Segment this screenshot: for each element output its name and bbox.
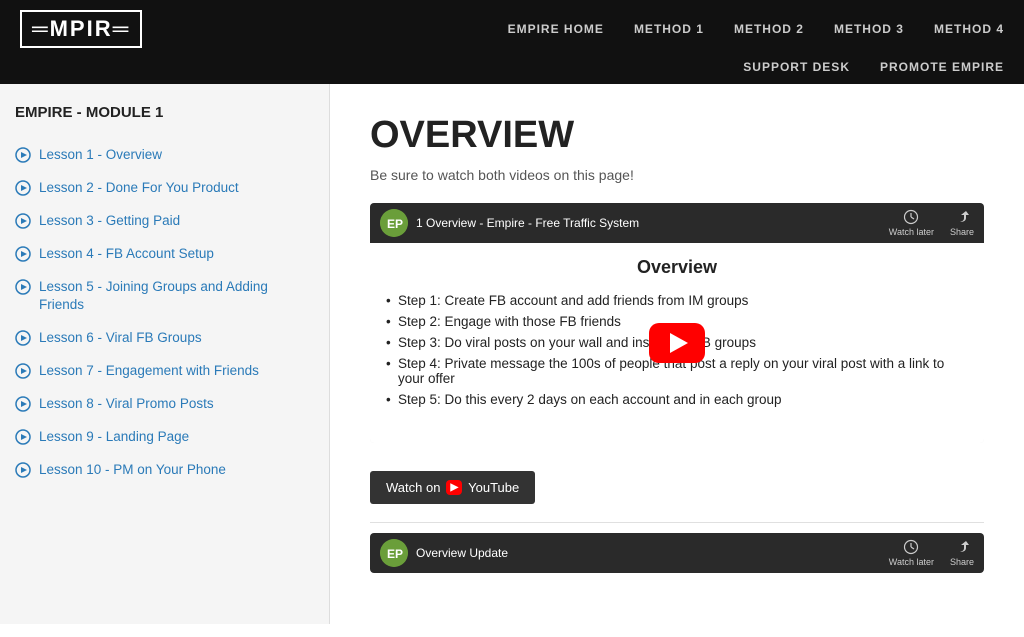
play-circle-icon <box>15 147 31 163</box>
lesson-item-9[interactable]: Lesson 9 - Landing Page <box>15 421 314 454</box>
play-circle-icon <box>15 330 31 346</box>
nav-method3[interactable]: METHOD 3 <box>834 22 904 36</box>
sidebar-title: EMPIRE - MODULE 1 <box>15 104 314 121</box>
video2-watch-later-btn[interactable]: Watch later <box>889 539 934 567</box>
watch-later-btn[interactable]: Watch later <box>889 209 934 237</box>
nav-support-desk[interactable]: SUPPORT DESK <box>743 60 850 74</box>
video-1-title: 1 Overview - Empire - Free Traffic Syste… <box>416 216 639 230</box>
watch-on-label: Watch on <box>386 480 440 495</box>
nav-method1[interactable]: METHOD 1 <box>634 22 704 36</box>
watch-on-youtube-button[interactable]: Watch on ▶ YouTube <box>370 471 535 504</box>
top-navigation: ═MPIR═ EMPIRE HOME METHOD 1 METHOD 2 MET… <box>0 0 1024 84</box>
video-2-container: EP Overview Update Watch later Share <box>370 533 984 573</box>
lesson-item-2[interactable]: Lesson 2 - Done For You Product <box>15 172 314 205</box>
video-2-avatar: EP <box>380 539 408 567</box>
page-body: EMPIRE - MODULE 1 Lesson 1 - Overview Le… <box>0 84 1024 624</box>
play-circle-icon <box>15 213 31 229</box>
video-2-title: Overview Update <box>416 546 508 560</box>
lesson-item-4[interactable]: Lesson 4 - FB Account Setup <box>15 238 314 271</box>
divider <box>370 522 984 523</box>
svg-text:EP: EP <box>387 217 403 231</box>
youtube-logo: ▶ <box>446 480 462 495</box>
youtube-label: YouTube <box>468 480 519 495</box>
overview-subtitle: Be sure to watch both videos on this pag… <box>370 167 984 183</box>
share-btn[interactable]: Share <box>950 209 974 237</box>
lesson-list: Lesson 1 - Overview Lesson 2 - Done For … <box>15 139 314 487</box>
video-1-controls: Watch later Share <box>889 209 974 237</box>
video-1-topbar: EP 1 Overview - Empire - Free Traffic Sy… <box>370 203 984 243</box>
lesson-item-7[interactable]: Lesson 7 - Engagement with Friends <box>15 355 314 388</box>
video-1-body-title: Overview <box>386 257 968 278</box>
video-play-button[interactable] <box>649 323 705 363</box>
video-1-body: Overview Step 1: Create FB account and a… <box>370 243 984 443</box>
play-circle-icon <box>15 180 31 196</box>
video-1-container: EP 1 Overview - Empire - Free Traffic Sy… <box>370 203 984 443</box>
nav-links-top: EMPIRE HOME METHOD 1 METHOD 2 METHOD 3 M… <box>508 22 1004 36</box>
video-avatar: EP <box>380 209 408 237</box>
page-title: OVERVIEW <box>370 114 984 157</box>
main-content: OVERVIEW Be sure to watch both videos on… <box>330 84 1024 624</box>
logo[interactable]: ═MPIR═ <box>20 10 142 48</box>
sidebar: EMPIRE - MODULE 1 Lesson 1 - Overview Le… <box>0 84 330 624</box>
nav-method4[interactable]: METHOD 4 <box>934 22 1004 36</box>
step-5: Step 5: Do this every 2 days on each acc… <box>386 389 968 410</box>
lesson-item-6[interactable]: Lesson 6 - Viral FB Groups <box>15 322 314 355</box>
play-circle-icon <box>15 462 31 478</box>
step-1: Step 1: Create FB account and add friend… <box>386 290 968 311</box>
play-circle-icon <box>15 363 31 379</box>
lesson-item-3[interactable]: Lesson 3 - Getting Paid <box>15 205 314 238</box>
lesson-item-10[interactable]: Lesson 10 - PM on Your Phone <box>15 454 314 487</box>
video-1-title-area: EP 1 Overview - Empire - Free Traffic Sy… <box>380 209 639 237</box>
lesson-item-5[interactable]: Lesson 5 - Joining Groups and Adding Fri… <box>15 271 314 323</box>
play-circle-icon <box>15 429 31 445</box>
video-2-topbar: EP Overview Update Watch later Share <box>370 533 984 573</box>
lesson-item-1[interactable]: Lesson 1 - Overview <box>15 139 314 172</box>
video-2-controls: Watch later Share <box>889 539 974 567</box>
nav-method2[interactable]: METHOD 2 <box>734 22 804 36</box>
play-circle-icon <box>15 279 31 295</box>
play-circle-icon <box>15 246 31 262</box>
svg-text:EP: EP <box>387 547 403 561</box>
nav-promote-empire[interactable]: PROMOTE EMPIRE <box>880 60 1004 74</box>
play-circle-icon <box>15 396 31 412</box>
video-2-title-area: EP Overview Update <box>380 539 508 567</box>
video2-share-btn[interactable]: Share <box>950 539 974 567</box>
lesson-item-8[interactable]: Lesson 8 - Viral Promo Posts <box>15 388 314 421</box>
nav-links-bottom: SUPPORT DESK PROMOTE EMPIRE <box>743 54 1004 84</box>
nav-empire-home[interactable]: EMPIRE HOME <box>508 22 604 36</box>
